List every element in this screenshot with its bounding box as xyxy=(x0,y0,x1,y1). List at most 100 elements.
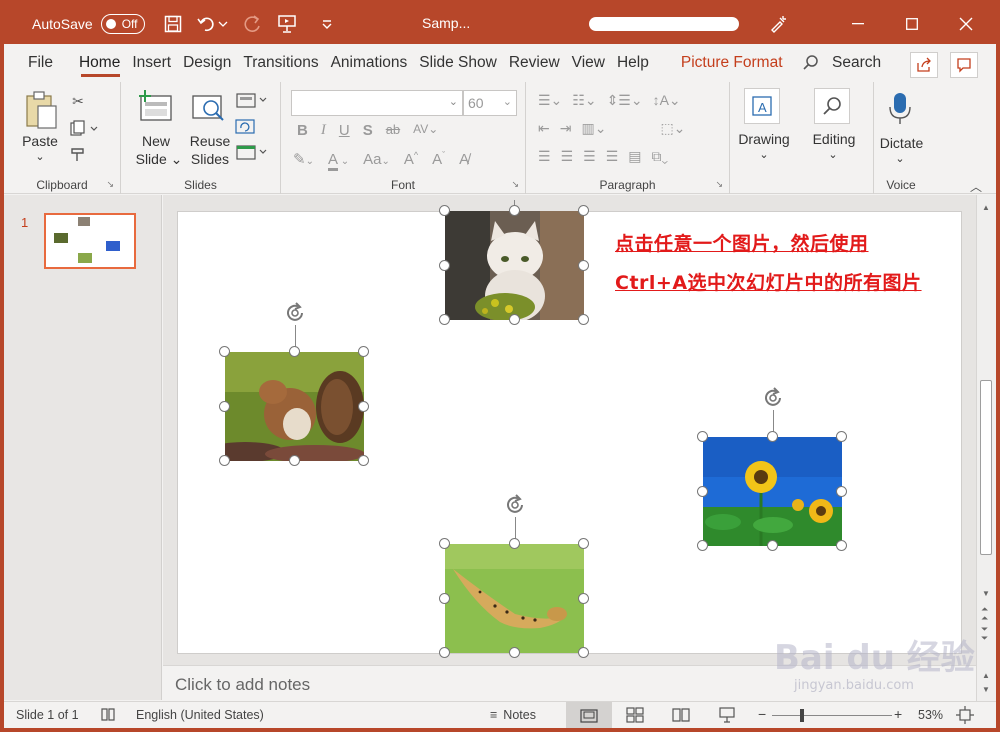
clear-formatting-icon[interactable]: A̸ xyxy=(459,151,469,168)
text-direction-icon[interactable]: ↕A⌄ xyxy=(653,92,681,109)
columns-icon[interactable]: ▥⌄ xyxy=(581,120,606,137)
tab-help[interactable]: Help xyxy=(611,44,655,82)
resize-handle[interactable] xyxy=(836,540,847,551)
notes-scrollbar[interactable]: ▲ ▼ xyxy=(976,665,996,701)
zoom-slider[interactable] xyxy=(772,715,892,716)
copy-icon[interactable] xyxy=(68,120,100,138)
minimize-button[interactable] xyxy=(832,4,884,44)
resize-handle[interactable] xyxy=(509,314,520,325)
font-size-dropdown-icon[interactable]: ⌄ xyxy=(503,95,512,108)
close-button[interactable] xyxy=(940,4,992,44)
save-icon[interactable] xyxy=(163,14,183,34)
redo-icon[interactable] xyxy=(243,14,263,34)
italic-icon[interactable]: I xyxy=(321,122,326,139)
bullets-icon[interactable]: ☰⌄ xyxy=(538,92,562,109)
slide-count-status[interactable]: Slide 1 of 1 xyxy=(16,708,79,722)
font-launcher-icon[interactable]: ↘ xyxy=(511,179,519,190)
cut-icon[interactable]: ✂ xyxy=(68,92,88,110)
resize-handle[interactable] xyxy=(509,205,520,216)
tab-picture-format[interactable]: Picture Format xyxy=(675,44,789,82)
paste-dropdown-icon[interactable]: ⌄ xyxy=(34,148,46,166)
align-center-icon[interactable]: ☰ xyxy=(561,148,574,165)
next-slide-icon[interactable]: ⏷ ⏷ xyxy=(981,625,988,643)
present-icon[interactable] xyxy=(277,14,297,34)
notes-button[interactable]: ≡ Notes xyxy=(490,708,536,722)
resize-handle[interactable] xyxy=(578,260,589,271)
tab-review[interactable]: Review xyxy=(503,44,566,82)
resize-handle[interactable] xyxy=(439,538,450,549)
resize-handle[interactable] xyxy=(439,647,450,658)
character-spacing-icon[interactable]: AV⌄ xyxy=(413,122,438,139)
resize-handle[interactable] xyxy=(289,455,300,466)
resize-handle[interactable] xyxy=(439,314,450,325)
resize-handle[interactable] xyxy=(439,205,450,216)
resize-handle[interactable] xyxy=(697,486,708,497)
resize-handle[interactable] xyxy=(578,538,589,549)
reuse-slides-icon[interactable] xyxy=(191,92,227,129)
format-painter-icon[interactable] xyxy=(68,146,88,164)
scroll-up-icon[interactable]: ▲ xyxy=(982,203,990,212)
tab-design[interactable]: Design xyxy=(177,44,237,82)
reuse-label-2[interactable]: Slides xyxy=(185,150,235,168)
resize-handle[interactable] xyxy=(578,593,589,604)
microphone-icon[interactable] xyxy=(888,92,912,131)
zoom-level[interactable]: 53% xyxy=(918,708,943,722)
editing-search-icon[interactable] xyxy=(814,88,850,124)
resize-handle[interactable] xyxy=(697,540,708,551)
zoom-out-icon[interactable]: − xyxy=(758,706,766,722)
resize-handle[interactable] xyxy=(358,346,369,357)
autosave[interactable]: AutoSave Off xyxy=(32,14,145,34)
change-case-icon[interactable]: Aa⌄ xyxy=(363,151,390,168)
distributed-icon[interactable]: ▤ xyxy=(628,148,641,165)
resize-handle[interactable] xyxy=(509,647,520,658)
tab-insert[interactable]: Insert xyxy=(126,44,177,82)
new-slide-label-1[interactable]: New xyxy=(131,132,181,150)
zoom-in-icon[interactable]: + xyxy=(894,706,902,722)
tab-slide-show[interactable]: Slide Show xyxy=(413,44,503,82)
designer-icon[interactable] xyxy=(768,14,788,34)
tab-file[interactable]: File xyxy=(22,44,59,82)
scroll-down-icon[interactable]: ▼ xyxy=(982,589,990,598)
resize-handle[interactable] xyxy=(439,260,450,271)
paragraph-launcher-icon[interactable]: ↘ xyxy=(715,179,723,190)
vertical-scrollbar[interactable]: ▲ ▼ ⏶ ⏶ ⏷ ⏷ xyxy=(976,195,996,665)
previous-slide-icon[interactable]: ⏶ ⏶ xyxy=(981,605,988,623)
layout-icon[interactable] xyxy=(235,92,271,110)
autosave-toggle[interactable]: Off xyxy=(100,14,145,34)
font-color-icon[interactable]: A ⌄ xyxy=(327,150,349,171)
resize-handle[interactable] xyxy=(219,455,230,466)
search-box[interactable]: Search xyxy=(802,54,881,72)
tab-view[interactable]: View xyxy=(566,44,611,82)
align-right-icon[interactable]: ☰ xyxy=(583,148,596,165)
undo-icon[interactable] xyxy=(197,14,217,34)
resize-handle[interactable] xyxy=(289,346,300,357)
resize-handle[interactable] xyxy=(578,647,589,658)
smartart-icon[interactable]: ⧉⌄ xyxy=(651,148,668,165)
justify-icon[interactable]: ☰ xyxy=(606,148,619,165)
resize-handle[interactable] xyxy=(836,431,847,442)
customize-toolbar-icon[interactable] xyxy=(317,14,337,34)
normal-view-button[interactable] xyxy=(566,702,612,728)
editing-dropdown-icon[interactable]: ⌄ xyxy=(827,146,839,164)
shadow-icon[interactable]: S xyxy=(363,122,373,139)
resize-handle[interactable] xyxy=(439,593,450,604)
new-slide-button[interactable]: Slide ⌄ xyxy=(129,150,189,168)
maximize-button[interactable] xyxy=(886,4,938,44)
increase-indent-icon[interactable]: ⇥ xyxy=(560,120,572,137)
decrease-indent-icon[interactable]: ⇤ xyxy=(538,120,550,137)
section-icon[interactable] xyxy=(235,144,271,162)
resize-handle[interactable] xyxy=(578,314,589,325)
decrease-font-icon[interactable]: Aˇ xyxy=(432,150,445,168)
reading-view-icon[interactable] xyxy=(672,707,690,726)
resize-handle[interactable] xyxy=(358,401,369,412)
share-button[interactable] xyxy=(910,52,938,78)
tab-animations[interactable]: Animations xyxy=(325,44,414,82)
font-size-input[interactable]: 60 ⌄ xyxy=(463,90,517,116)
bold-icon[interactable]: B xyxy=(297,122,308,139)
paste-icon[interactable] xyxy=(24,90,60,129)
resize-handle[interactable] xyxy=(836,486,847,497)
spelling-icon[interactable] xyxy=(100,706,116,725)
squirrel-image[interactable] xyxy=(225,352,364,461)
clipboard-launcher-icon[interactable]: ↘ xyxy=(106,179,114,190)
slideshow-icon[interactable] xyxy=(718,706,736,727)
